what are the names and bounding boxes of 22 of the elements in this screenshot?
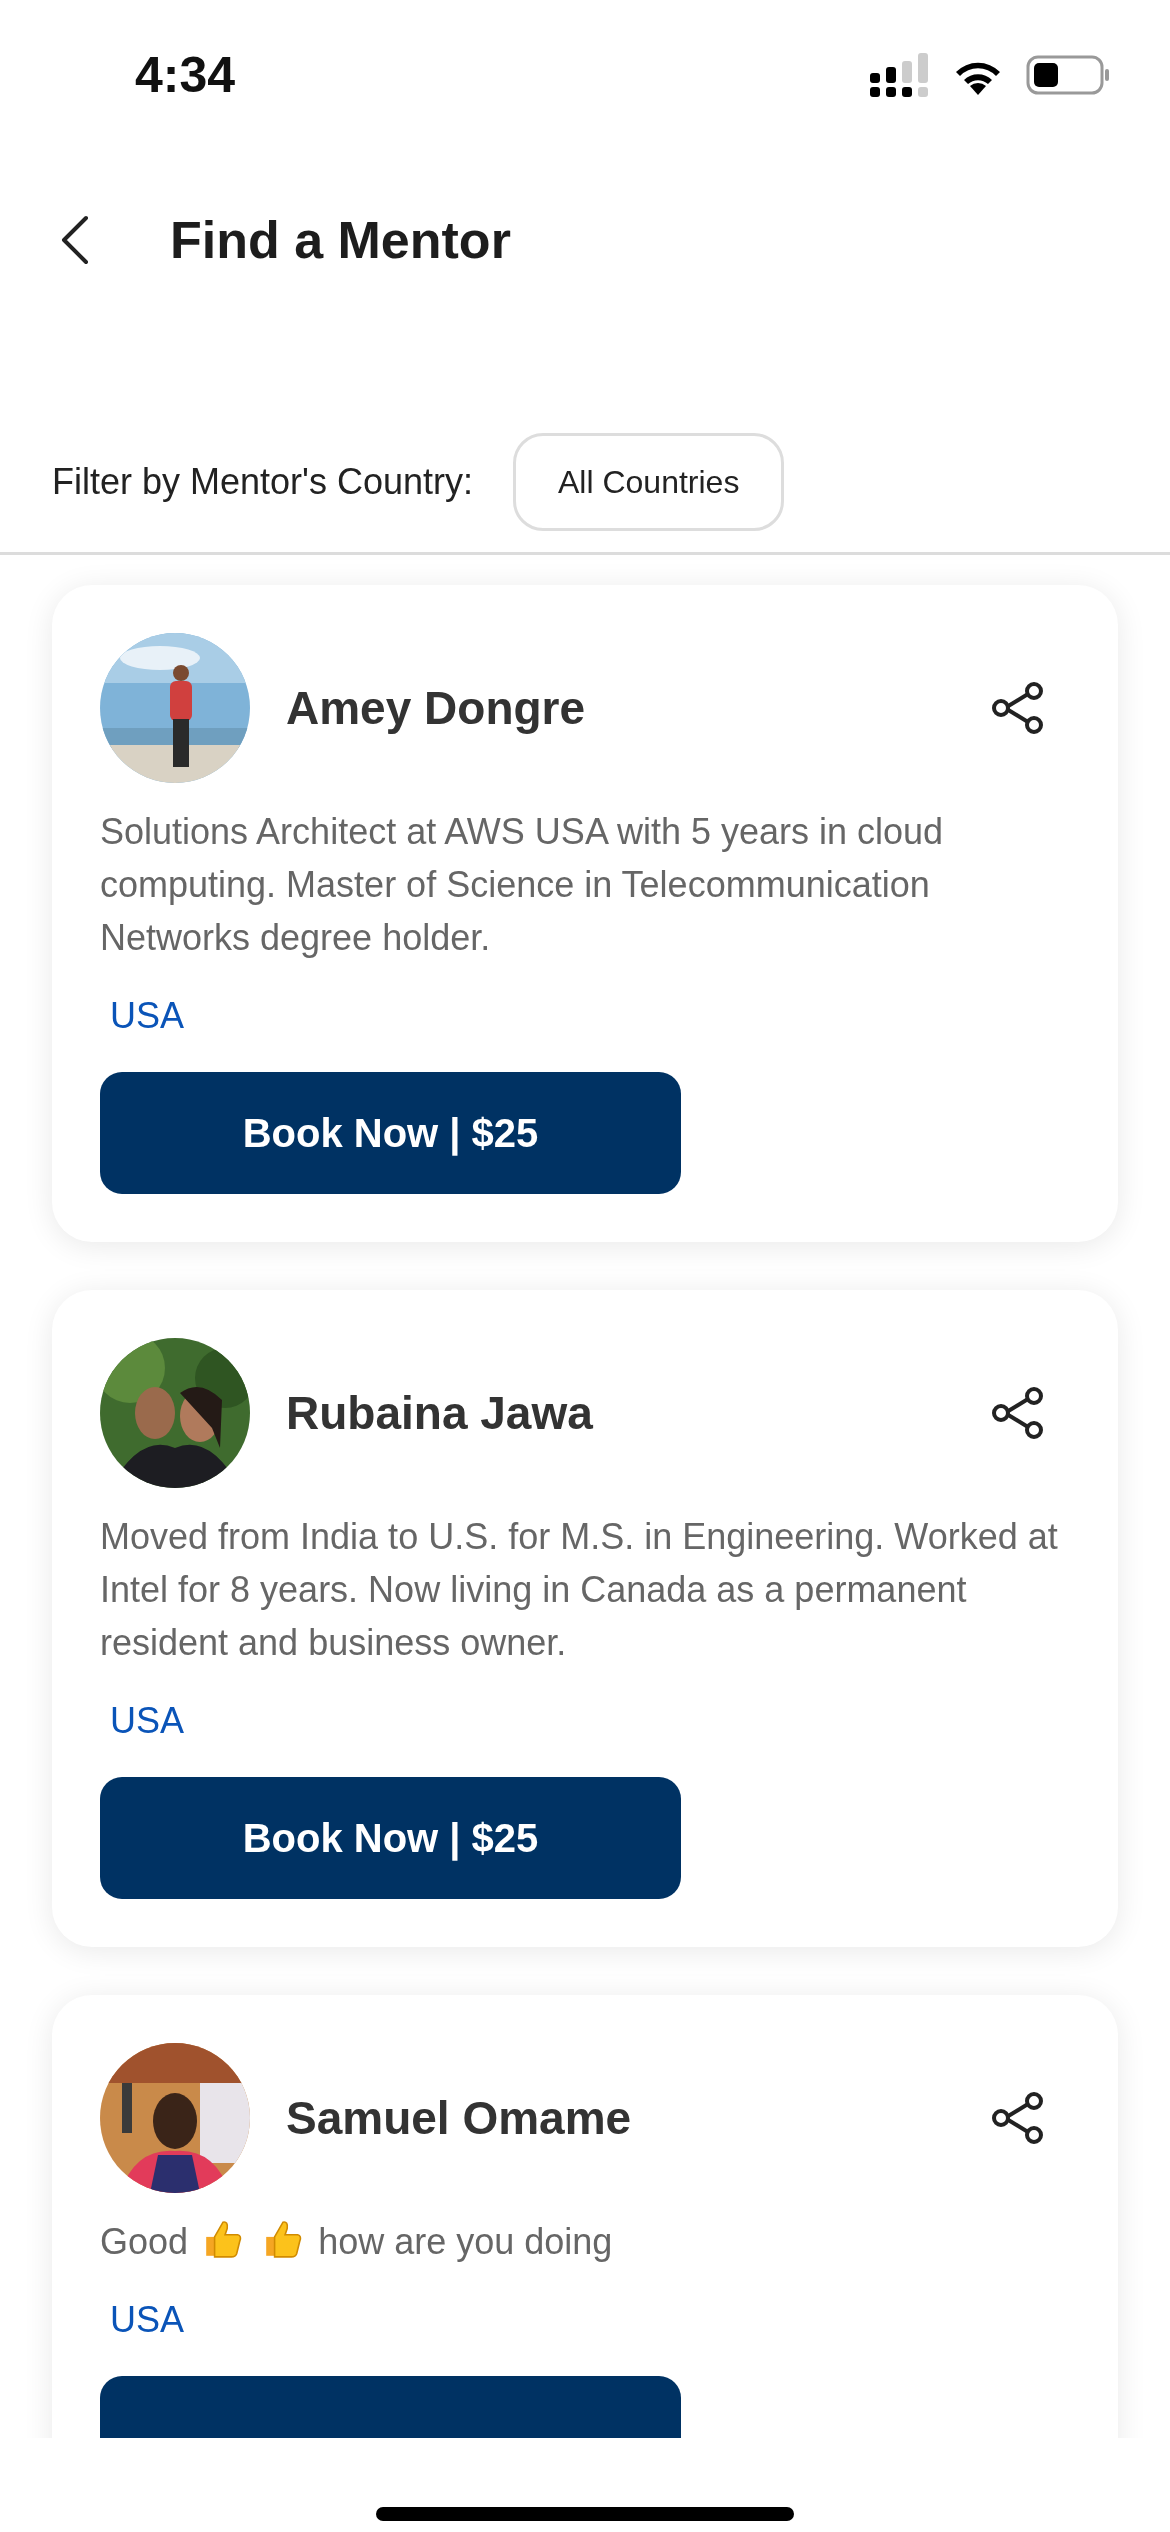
share-icon[interactable] xyxy=(990,680,1046,736)
share-icon[interactable] xyxy=(990,1385,1046,1441)
country-tag: USA xyxy=(110,986,1070,1046)
book-button[interactable]: Book Now | $25 xyxy=(100,1072,681,1194)
filter-label: Filter by Mentor's Country: xyxy=(52,461,473,503)
signal-icon xyxy=(870,53,930,97)
status-time: 4:34 xyxy=(135,46,236,104)
bio-text: Good xyxy=(100,2221,189,2262)
share-icon[interactable] xyxy=(990,2090,1046,2146)
country-tag: USA xyxy=(110,1691,1070,1751)
book-button[interactable]: Book Now | $25 xyxy=(100,1777,681,1899)
mentor-name: Amey Dongre xyxy=(286,681,587,735)
country-dropdown[interactable]: All Countries xyxy=(513,433,785,531)
bio-text: Moved from India to U.S. for M.S. in Engineering. Worked at Intel for 8 years. Now living in Canada as a permanent resident and business owner. xyxy=(100,1516,1058,1663)
back-icon[interactable] xyxy=(60,215,90,265)
country-tag: USA xyxy=(110,2290,1070,2350)
mentor-name: Samuel Omame xyxy=(286,2091,633,2145)
bio-text: Solutions Architect at AWS USA with 5 years in cloud computing. Master of Science in Telecommunication Networks degree holder. xyxy=(100,811,944,958)
page-title: Find a Mentor xyxy=(170,210,511,270)
battery-icon xyxy=(1026,55,1110,95)
mentor-name: Rubaina Jawa xyxy=(286,1386,594,1440)
bio-text: how are you doing xyxy=(318,2221,613,2262)
